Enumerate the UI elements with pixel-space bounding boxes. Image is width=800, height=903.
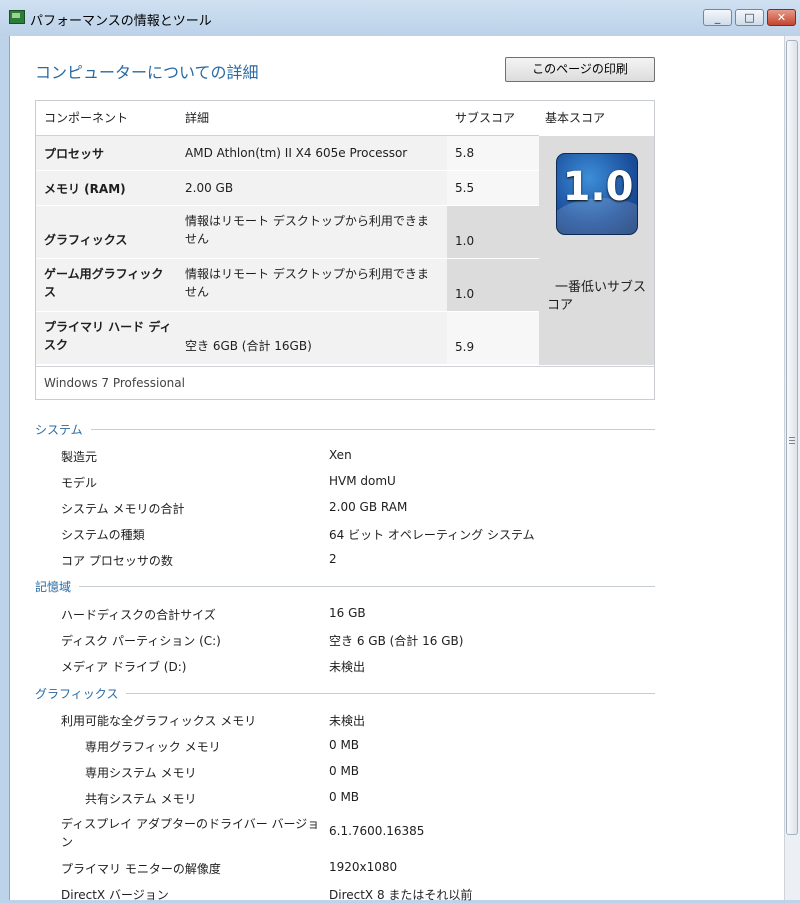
component-detail: 情報はリモート デスクトップから利用できません bbox=[179, 259, 447, 311]
component-name: プロセッサ bbox=[36, 136, 179, 170]
window-title: パフォーマンスの情報とツール bbox=[30, 14, 212, 29]
subscore: 1.0 bbox=[447, 259, 539, 311]
graphics-label: 専用グラフィック メモリ bbox=[85, 740, 221, 754]
system-label: システム メモリの合計 bbox=[61, 502, 185, 516]
section-heading: システム bbox=[35, 423, 91, 437]
system-label: 製造元 bbox=[61, 450, 98, 464]
column-header-subscore: サブスコア bbox=[455, 111, 516, 125]
base-score-label: 一番低いサブスコア bbox=[547, 280, 647, 313]
graphics-value: 未検出 bbox=[329, 714, 366, 728]
component-name: メモリ (RAM) bbox=[36, 171, 179, 205]
column-header-base-score: 基本スコア bbox=[545, 111, 606, 125]
system-value: 2.00 GB RAM bbox=[329, 500, 408, 514]
graphics-value: 6.1.7600.16385 bbox=[329, 824, 425, 838]
section-heading: 記憶域 bbox=[35, 580, 80, 594]
storage-value: 未検出 bbox=[329, 660, 366, 674]
graphics-label: ディスプレイ アダプターのドライバー バージョン bbox=[61, 817, 320, 849]
graphics-label: 利用可能な全グラフィックス メモリ bbox=[61, 714, 257, 728]
graphics-value: 0 MB bbox=[329, 738, 360, 752]
column-header-component: コンポーネント bbox=[44, 111, 129, 125]
table-row-gaming-graphics: ゲーム用グラフィックス 情報はリモート デスクトップから利用できません 1.0 bbox=[36, 259, 539, 312]
scrollbar-grip-icon bbox=[789, 437, 795, 445]
column-header-detail: 詳細 bbox=[185, 111, 210, 125]
system-value: HVM domU bbox=[329, 474, 396, 488]
storage-label: メディア ドライブ (D:) bbox=[61, 660, 187, 674]
system-value: Xen bbox=[329, 448, 352, 462]
system-label: コア プロセッサの数 bbox=[61, 554, 173, 568]
storage-value: 空き 6 GB (合計 16 GB) bbox=[329, 634, 464, 648]
subscore: 5.5 bbox=[447, 171, 539, 205]
storage-label: ハードディスクの合計サイズ bbox=[61, 608, 216, 622]
graphics-value: 0 MB bbox=[329, 764, 360, 778]
section-storage: 記憶域 bbox=[35, 578, 655, 594]
base-score-panel: 1.0 一番低いサブスコア bbox=[539, 136, 654, 365]
graphics-label: DirectX バージョン bbox=[61, 888, 169, 902]
close-button[interactable]: ✕ bbox=[767, 9, 796, 26]
table-row-memory: メモリ (RAM) 2.00 GB 5.5 bbox=[36, 171, 539, 206]
component-name: グラフィックス bbox=[36, 206, 179, 258]
section-system: システム bbox=[35, 421, 655, 437]
table-row-graphics: グラフィックス 情報はリモート デスクトップから利用できません 1.0 bbox=[36, 206, 539, 259]
component-name: ゲーム用グラフィックス bbox=[36, 259, 179, 311]
component-name: プライマリ ハード ディスク bbox=[36, 312, 179, 364]
minimize-button[interactable]: _ bbox=[703, 9, 732, 26]
table-row-processor: プロセッサ AMD Athlon(tm) II X4 605e Processo… bbox=[36, 136, 539, 171]
maximize-button[interactable]: □ bbox=[735, 9, 764, 26]
graphics-value: 0 MB bbox=[329, 790, 360, 804]
component-detail: 情報はリモート デスクトップから利用できません bbox=[179, 206, 447, 258]
os-edition: Windows 7 Professional bbox=[36, 366, 654, 399]
component-detail: AMD Athlon(tm) II X4 605e Processor bbox=[179, 136, 447, 170]
graphics-label: プライマリ モニターの解像度 bbox=[61, 862, 221, 876]
title-bar: パフォーマンスの情報とツール _ □ ✕ bbox=[0, 0, 800, 36]
storage-value: 16 GB bbox=[329, 606, 366, 620]
system-value: 2 bbox=[329, 552, 337, 566]
table-row-hard-disk: プライマリ ハード ディスク 空き 6GB (合計 16GB) 5.9 bbox=[36, 312, 539, 365]
table-header: コンポーネント 詳細 サブスコア bbox=[36, 101, 539, 136]
page-title: コンピューターについての詳細 bbox=[35, 63, 259, 82]
graphics-value: 1920x1080 bbox=[329, 860, 398, 874]
storage-label: ディスク パーティション (C:) bbox=[61, 634, 221, 648]
base-score-value: 1.0 bbox=[562, 164, 634, 210]
system-value: 64 ビット オペレーティング システム bbox=[329, 528, 535, 542]
section-heading: グラフィックス bbox=[35, 687, 127, 701]
graphics-label: 専用システム メモリ bbox=[85, 766, 197, 780]
component-detail: 空き 6GB (合計 16GB) bbox=[179, 312, 447, 364]
section-graphics: グラフィックス bbox=[35, 685, 655, 701]
subscore: 5.8 bbox=[447, 136, 539, 170]
base-score-badge[interactable]: 1.0 bbox=[556, 153, 638, 235]
subscore: 1.0 bbox=[447, 206, 539, 258]
score-table: コンポーネント 詳細 サブスコア 基本スコア プロセッサ AMD Athlon(… bbox=[35, 100, 655, 400]
component-detail: 2.00 GB bbox=[179, 171, 447, 205]
subscore: 5.9 bbox=[447, 312, 539, 364]
graphics-label: 共有システム メモリ bbox=[85, 792, 197, 806]
system-label: システムの種類 bbox=[61, 528, 145, 542]
app-icon bbox=[9, 10, 25, 24]
print-page-button[interactable]: このページの印刷 bbox=[505, 57, 655, 82]
system-label: モデル bbox=[61, 476, 98, 490]
graphics-value: DirectX 8 またはそれ以前 bbox=[329, 888, 473, 902]
